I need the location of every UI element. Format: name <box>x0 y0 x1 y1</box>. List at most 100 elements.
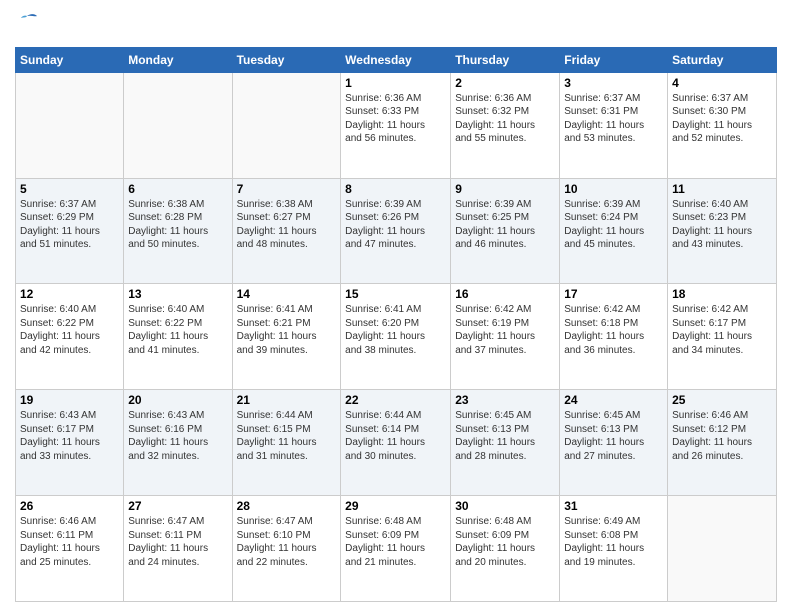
logo-text <box>15 10 41 39</box>
page-container: SundayMondayTuesdayWednesdayThursdayFrid… <box>0 0 792 612</box>
calendar-cell: 4 Sunrise: 6:37 AMSunset: 6:30 PMDaylight… <box>668 72 777 178</box>
day-number: 15 <box>345 287 446 301</box>
col-header-sunday: Sunday <box>16 47 124 72</box>
calendar-cell: 26 Sunrise: 6:46 AMSunset: 6:11 PMDayligh… <box>16 496 124 602</box>
day-number: 13 <box>128 287 227 301</box>
calendar-cell: 7 Sunrise: 6:38 AMSunset: 6:27 PMDaylight… <box>232 178 341 284</box>
cell-content: Sunrise: 6:36 AMSunset: 6:33 PMDaylight:… <box>345 92 446 146</box>
calendar-cell: 20 Sunrise: 6:43 AMSunset: 6:16 PMDayligh… <box>124 390 232 496</box>
day-number: 20 <box>128 393 227 407</box>
day-number: 9 <box>455 182 555 196</box>
cell-content: Sunrise: 6:40 AMSunset: 6:22 PMDaylight:… <box>128 303 227 357</box>
calendar-cell: 28 Sunrise: 6:47 AMSunset: 6:10 PMDayligh… <box>232 496 341 602</box>
calendar-cell: 13 Sunrise: 6:40 AMSunset: 6:22 PMDayligh… <box>124 284 232 390</box>
cell-content: Sunrise: 6:41 AMSunset: 6:20 PMDaylight:… <box>345 303 446 357</box>
day-number: 22 <box>345 393 446 407</box>
col-header-thursday: Thursday <box>451 47 560 72</box>
day-number: 23 <box>455 393 555 407</box>
cell-content: Sunrise: 6:39 AMSunset: 6:24 PMDaylight:… <box>564 198 663 252</box>
day-number: 30 <box>455 499 555 513</box>
day-number: 18 <box>672 287 772 301</box>
calendar-cell: 17Sunrise: 6:42 AMSunset: 6:18 PMDayligh… <box>560 284 668 390</box>
calendar-week-row: 19 Sunrise: 6:43 AMSunset: 6:17 PMDayligh… <box>16 390 777 496</box>
cell-content: Sunrise: 6:45 AMSunset: 6:13 PMDaylight:… <box>455 409 555 463</box>
calendar-cell: 1 Sunrise: 6:36 AMSunset: 6:33 PMDaylight… <box>341 72 451 178</box>
cell-content: Sunrise: 6:47 AMSunset: 6:10 PMDaylight:… <box>237 515 337 569</box>
calendar-cell: 27Sunrise: 6:47 AMSunset: 6:11 PMDayligh… <box>124 496 232 602</box>
calendar-header-row: SundayMondayTuesdayWednesdayThursdayFrid… <box>16 47 777 72</box>
calendar-cell: 23 Sunrise: 6:45 AMSunset: 6:13 PMDayligh… <box>451 390 560 496</box>
logo <box>15 10 41 39</box>
day-number: 8 <box>345 182 446 196</box>
day-number: 16 <box>455 287 555 301</box>
cell-content: Sunrise: 6:49 AMSunset: 6:08 PMDaylight:… <box>564 515 663 569</box>
day-number: 21 <box>237 393 337 407</box>
cell-content: Sunrise: 6:40 AMSunset: 6:22 PMDaylight:… <box>20 303 119 357</box>
cell-content: Sunrise: 6:43 AMSunset: 6:17 PMDaylight:… <box>20 409 119 463</box>
cell-content: Sunrise: 6:39 AMSunset: 6:26 PMDaylight:… <box>345 198 446 252</box>
day-number: 4 <box>672 76 772 90</box>
calendar-cell: 8 Sunrise: 6:39 AMSunset: 6:26 PMDaylight… <box>341 178 451 284</box>
header <box>15 10 777 39</box>
day-number: 3 <box>564 76 663 90</box>
day-number: 26 <box>20 499 119 513</box>
calendar-cell: 22 Sunrise: 6:44 AMSunset: 6:14 PMDayligh… <box>341 390 451 496</box>
day-number: 1 <box>345 76 446 90</box>
col-header-wednesday: Wednesday <box>341 47 451 72</box>
day-number: 10 <box>564 182 663 196</box>
cell-content: Sunrise: 6:36 AMSunset: 6:32 PMDaylight:… <box>455 92 555 146</box>
calendar-cell: 15 Sunrise: 6:41 AMSunset: 6:20 PMDayligh… <box>341 284 451 390</box>
day-number: 27 <box>128 499 227 513</box>
cell-content: Sunrise: 6:41 AMSunset: 6:21 PMDaylight:… <box>237 303 337 357</box>
day-number: 31 <box>564 499 663 513</box>
day-number: 11 <box>672 182 772 196</box>
day-number: 29 <box>345 499 446 513</box>
day-number: 7 <box>237 182 337 196</box>
day-number: 5 <box>20 182 119 196</box>
calendar-cell: 3 Sunrise: 6:37 AMSunset: 6:31 PMDaylight… <box>560 72 668 178</box>
cell-content: Sunrise: 6:48 AMSunset: 6:09 PMDaylight:… <box>455 515 555 569</box>
cell-content: Sunrise: 6:40 AMSunset: 6:23 PMDaylight:… <box>672 198 772 252</box>
day-number: 12 <box>20 287 119 301</box>
calendar-cell: 16Sunrise: 6:42 AMSunset: 6:19 PMDayligh… <box>451 284 560 390</box>
calendar-cell: 25Sunrise: 6:46 AMSunset: 6:12 PMDayligh… <box>668 390 777 496</box>
calendar-cell: 31 Sunrise: 6:49 AMSunset: 6:08 PMDayligh… <box>560 496 668 602</box>
calendar-cell: 29Sunrise: 6:48 AMSunset: 6:09 PMDayligh… <box>341 496 451 602</box>
cell-content: Sunrise: 6:39 AMSunset: 6:25 PMDaylight:… <box>455 198 555 252</box>
col-header-friday: Friday <box>560 47 668 72</box>
col-header-monday: Monday <box>124 47 232 72</box>
cell-content: Sunrise: 6:43 AMSunset: 6:16 PMDaylight:… <box>128 409 227 463</box>
calendar-cell: 11 Sunrise: 6:40 AMSunset: 6:23 PMDayligh… <box>668 178 777 284</box>
col-header-tuesday: Tuesday <box>232 47 341 72</box>
cell-content: Sunrise: 6:38 AMSunset: 6:28 PMDaylight:… <box>128 198 227 252</box>
calendar-cell: 9 Sunrise: 6:39 AMSunset: 6:25 PMDaylight… <box>451 178 560 284</box>
calendar-week-row: 26 Sunrise: 6:46 AMSunset: 6:11 PMDayligh… <box>16 496 777 602</box>
logo-bird-icon <box>17 10 41 34</box>
calendar-cell <box>124 72 232 178</box>
day-number: 19 <box>20 393 119 407</box>
cell-content: Sunrise: 6:38 AMSunset: 6:27 PMDaylight:… <box>237 198 337 252</box>
calendar-cell: 19 Sunrise: 6:43 AMSunset: 6:17 PMDayligh… <box>16 390 124 496</box>
calendar-cell: 12 Sunrise: 6:40 AMSunset: 6:22 PMDayligh… <box>16 284 124 390</box>
cell-content: Sunrise: 6:37 AMSunset: 6:30 PMDaylight:… <box>672 92 772 146</box>
day-number: 2 <box>455 76 555 90</box>
col-header-saturday: Saturday <box>668 47 777 72</box>
day-number: 6 <box>128 182 227 196</box>
day-number: 28 <box>237 499 337 513</box>
calendar-cell: 10 Sunrise: 6:39 AMSunset: 6:24 PMDayligh… <box>560 178 668 284</box>
calendar-cell: 2 Sunrise: 6:36 AMSunset: 6:32 PMDaylight… <box>451 72 560 178</box>
calendar-cell <box>16 72 124 178</box>
day-number: 25 <box>672 393 772 407</box>
cell-content: Sunrise: 6:37 AMSunset: 6:31 PMDaylight:… <box>564 92 663 146</box>
calendar-table: SundayMondayTuesdayWednesdayThursdayFrid… <box>15 47 777 602</box>
calendar-cell: 6 Sunrise: 6:38 AMSunset: 6:28 PMDaylight… <box>124 178 232 284</box>
calendar-cell <box>232 72 341 178</box>
calendar-cell: 5Sunrise: 6:37 AMSunset: 6:29 PMDaylight… <box>16 178 124 284</box>
cell-content: Sunrise: 6:44 AMSunset: 6:14 PMDaylight:… <box>345 409 446 463</box>
cell-content: Sunrise: 6:44 AMSunset: 6:15 PMDaylight:… <box>237 409 337 463</box>
calendar-cell: 30 Sunrise: 6:48 AMSunset: 6:09 PMDayligh… <box>451 496 560 602</box>
calendar-week-row: 5Sunrise: 6:37 AMSunset: 6:29 PMDaylight… <box>16 178 777 284</box>
cell-content: Sunrise: 6:46 AMSunset: 6:11 PMDaylight:… <box>20 515 119 569</box>
cell-content: Sunrise: 6:42 AMSunset: 6:18 PMDaylight:… <box>564 303 663 357</box>
calendar-cell <box>668 496 777 602</box>
